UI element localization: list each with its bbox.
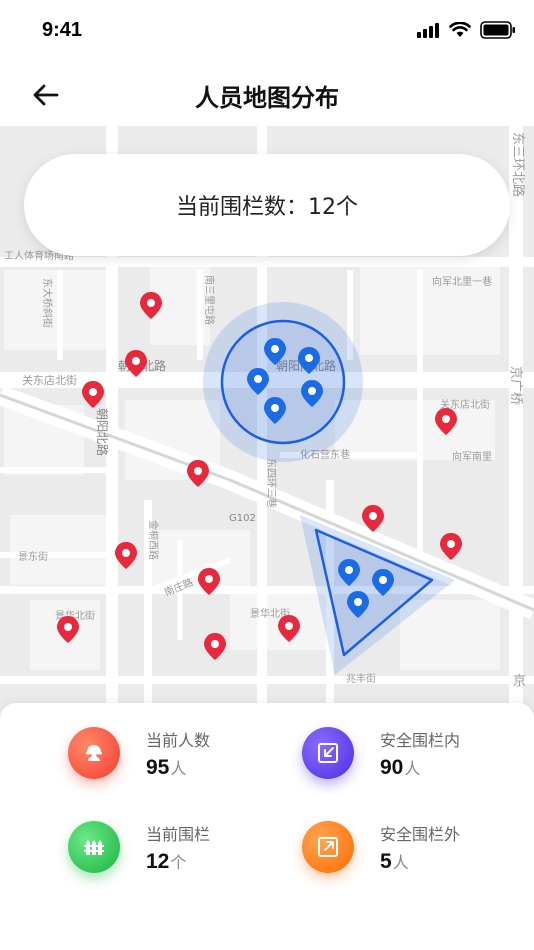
map-label: 向军南里 [452, 450, 492, 463]
wifi-icon [449, 22, 471, 37]
signal-icon [417, 23, 439, 38]
stat-current-people: 当前人数 95人 [68, 727, 288, 791]
stat-current-fences: 当前围栏 12个 [68, 821, 288, 885]
stat-value: 5人 [380, 849, 409, 874]
stat-value: 95人 [146, 755, 186, 780]
map-label: 京 [513, 674, 526, 689]
map-label: 金桐西路 [147, 520, 160, 560]
status-icons [416, 21, 516, 39]
fence-count-card: 当前围栏数：12个 [24, 154, 510, 256]
stats-panel: 当前人数 95人 安全围栏内 90人 当前围栏 12个 安全围栏外 5人 [0, 703, 534, 950]
stat-number: 90 [380, 756, 404, 779]
map-label: 东大桥斜街 [41, 278, 54, 328]
map-label: 兆丰街 [346, 672, 376, 685]
circle-fence[interactable] [203, 302, 363, 462]
map-label: 向军北里一巷 [432, 275, 492, 288]
stat-inside-fence: 安全围栏内 90人 [302, 727, 522, 791]
stat-number: 95 [146, 756, 170, 779]
map-label: 东三环北路 [510, 132, 526, 197]
stat-number: 5 [380, 850, 392, 873]
stat-label: 安全围栏外 [380, 825, 461, 844]
map-label: 南三里屯路 [203, 275, 216, 325]
nav-bar: 人员地图分布 [0, 62, 534, 126]
map-label: 景东街 [18, 550, 48, 563]
map-label: G102 [229, 513, 256, 524]
fence-icon [68, 821, 120, 873]
status-time: 9:41 [42, 19, 83, 41]
worker-helmet-icon [68, 727, 120, 779]
stat-unit: 人 [404, 759, 421, 778]
arrow-in-icon [302, 727, 354, 779]
stat-label: 安全围栏内 [380, 731, 461, 750]
stat-unit: 人 [392, 853, 409, 872]
stat-unit: 个 [170, 853, 187, 872]
stat-label: 当前人数 [146, 731, 211, 750]
stat-number: 12 [146, 850, 170, 873]
map-label: 关东店北街 [22, 373, 77, 387]
stat-value: 90人 [380, 755, 420, 780]
stat-unit: 人 [170, 759, 187, 778]
fence-count-text: 当前围栏数：12个 [176, 195, 358, 220]
map-label: 京广桥 [508, 366, 523, 405]
stat-outside-fence: 安全围栏外 5人 [302, 821, 522, 885]
status-bar: 9:41 [0, 0, 534, 62]
arrow-out-icon [302, 821, 354, 873]
stat-label: 当前围栏 [146, 825, 211, 844]
page-title: 人员地图分布 [195, 84, 339, 112]
map-label: 东四环三巷 [265, 458, 278, 508]
map-label: 朝阳北路 [95, 408, 110, 456]
stat-value: 12个 [146, 849, 186, 874]
battery-icon [480, 21, 515, 39]
